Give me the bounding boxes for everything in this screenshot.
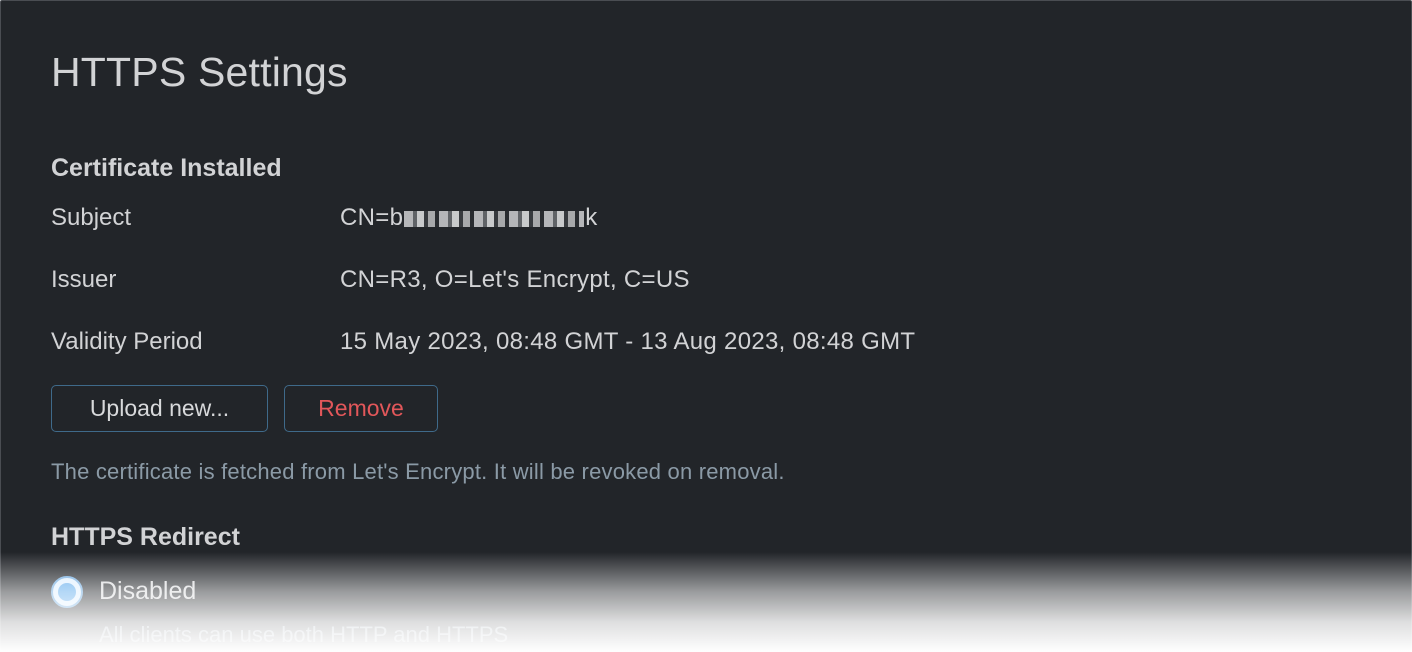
upload-new-button[interactable]: Upload new... — [51, 385, 268, 432]
subject-label: Subject — [51, 204, 132, 231]
subject-value-suffix: k — [585, 204, 598, 231]
issuer-value: CN=R3, O=Let's Encrypt, C=US — [340, 266, 690, 293]
certificate-section-heading: Certificate Installed — [51, 154, 282, 182]
remove-button[interactable]: Remove — [284, 385, 438, 432]
disabled-radio-description: All clients can use both HTTP and HTTPS — [99, 622, 509, 647]
issuer-label: Issuer — [51, 266, 117, 293]
validity-period-value: 15 May 2023, 08:48 GMT - 13 Aug 2023, 08… — [340, 328, 916, 355]
disabled-radio-button[interactable] — [51, 576, 83, 608]
radio-selected-dot — [58, 583, 76, 601]
subject-value: CN=b k — [340, 204, 598, 232]
validity-period-label: Validity Period — [51, 328, 203, 355]
redirect-section-heading: HTTPS Redirect — [51, 523, 240, 551]
disabled-radio-label[interactable]: Disabled — [99, 577, 196, 606]
redacted-block — [404, 210, 585, 227]
subject-value-prefix: CN=b — [340, 204, 404, 231]
https-settings-panel: HTTPS Settings Certificate Installed Sub… — [0, 0, 1412, 652]
certificate-note: The certificate is fetched from Let's En… — [51, 459, 785, 484]
page-title: HTTPS Settings — [51, 49, 348, 95]
